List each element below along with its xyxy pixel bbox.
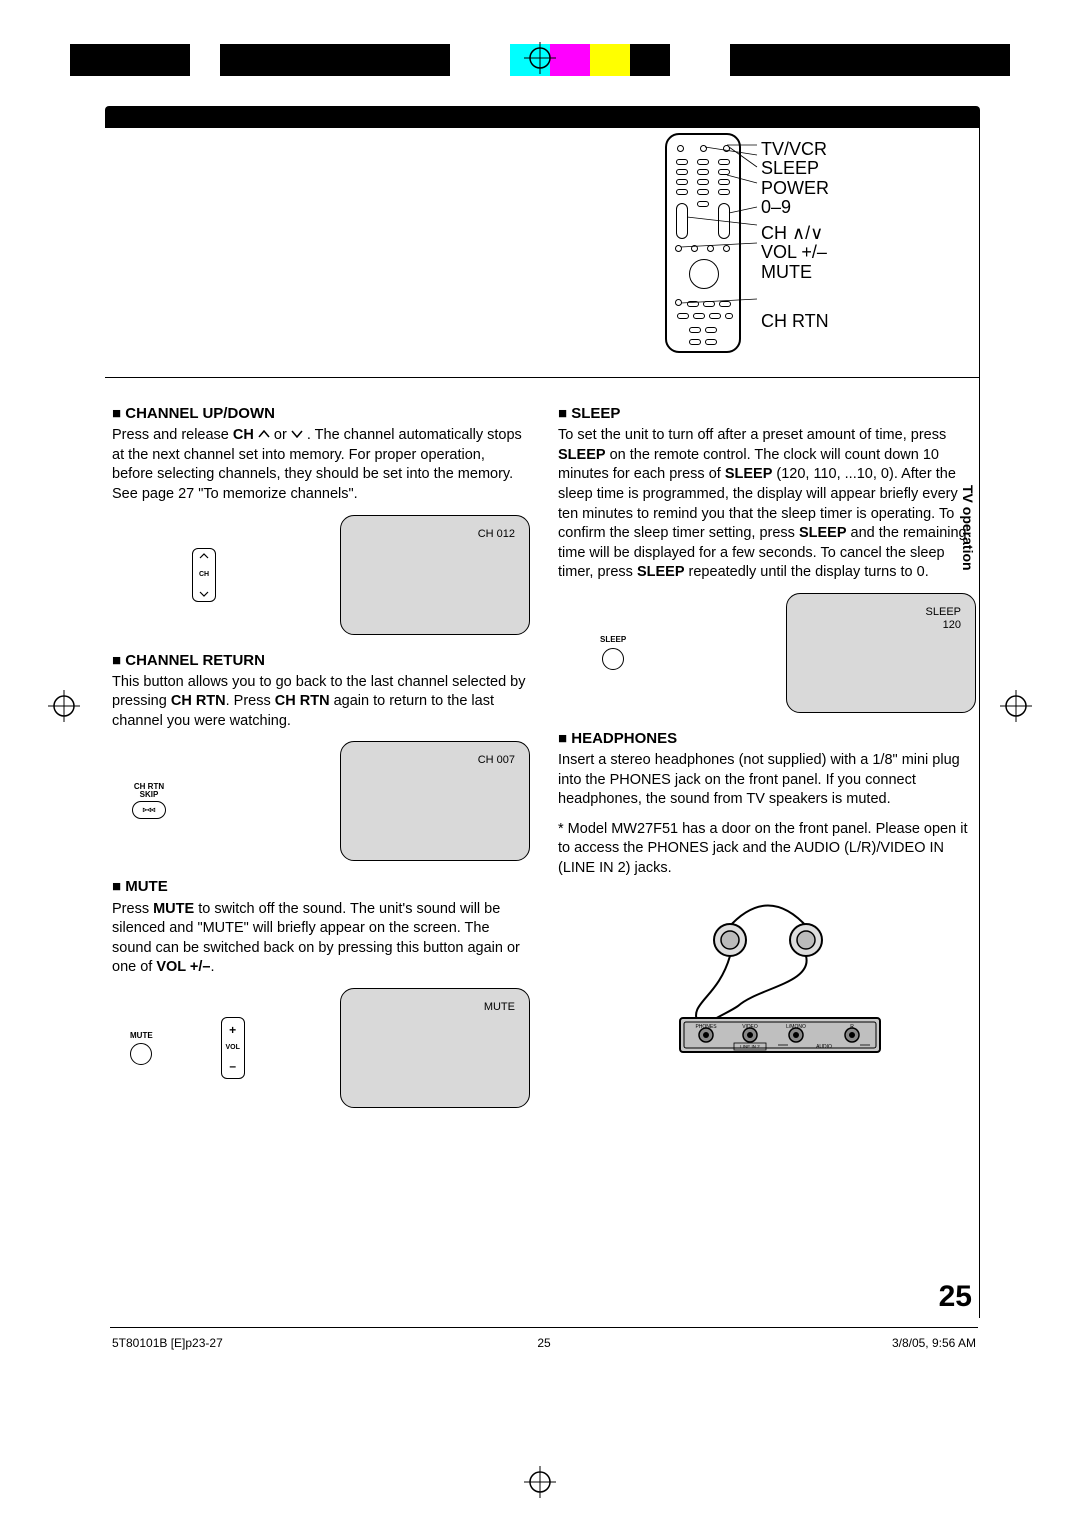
right-rule — [979, 128, 980, 1318]
para-sleep: To set the unit to turn off after a pres… — [558, 426, 976, 583]
fig-channel-updown: CH CH 012 — [112, 515, 530, 635]
svg-text:VIDEO: VIDEO — [742, 1024, 758, 1030]
registration-mark-icon — [524, 1466, 556, 1498]
fig-channel-return: CH RTN SKIP ▹◃◃ CH 007 — [112, 741, 530, 861]
tv-screen-mute: MUTE — [340, 988, 530, 1108]
remote-outline-icon — [665, 133, 741, 353]
remote-label-mute: MUTE — [761, 263, 829, 282]
remote-label-vol: VOL +/– — [761, 243, 829, 262]
remote-label-ch: CH ∧/∨ — [761, 224, 829, 243]
osd-mute: MUTE — [484, 1001, 515, 1014]
fig-mute: MUTE + VOL – MUTE — [112, 988, 530, 1108]
heading-channel-return: CHANNEL RETURN — [112, 651, 530, 671]
vol-rocker-icon: + VOL – — [221, 1017, 245, 1079]
remote-label-numbers: 0–9 — [761, 198, 829, 217]
osd-ch007: CH 007 — [478, 754, 515, 767]
fig-sleep: SLEEP SLEEP120 — [558, 593, 976, 713]
page-body: CHANNEL UP/DOWN Press and release CH or … — [112, 400, 976, 1298]
osd-ch012: CH 012 — [478, 528, 515, 541]
registration-mark-icon — [48, 690, 80, 722]
left-column: CHANNEL UP/DOWN Press and release CH or … — [112, 400, 530, 1298]
tv-screen-ch012: CH 012 — [340, 515, 530, 635]
heading-sleep: SLEEP — [558, 404, 976, 424]
right-column: SLEEP To set the unit to turn off after … — [558, 400, 976, 1298]
mute-button-icon: MUTE — [130, 1031, 153, 1066]
svg-text:R: R — [850, 1024, 854, 1030]
para-channel-updown: Press and release CH or . The channel au… — [112, 426, 530, 504]
heading-channel-updown: CHANNEL UP/DOWN — [112, 404, 530, 424]
svg-text:L/MONO: L/MONO — [786, 1024, 806, 1030]
tv-screen-sleep: SLEEP120 — [786, 593, 976, 713]
ch-rocker-icon: CH — [192, 548, 216, 602]
registration-mark-icon — [524, 42, 556, 74]
ch-rtn-button-icon: CH RTN SKIP ▹◃◃ — [132, 783, 166, 819]
svg-text:LINE IN 2: LINE IN 2 — [740, 1044, 760, 1049]
remote-label-tvvcr: TV/VCR — [761, 140, 829, 159]
remote-label-power: POWER — [761, 179, 829, 198]
heading-mute: MUTE — [112, 877, 530, 897]
remote-label-chrtn: CH RTN — [761, 312, 829, 331]
remote-labels: TV/VCR SLEEP POWER 0–9 CH ∧/∨ VOL +/– MU… — [761, 140, 829, 332]
heading-headphones: HEADPHONES — [558, 729, 976, 749]
svg-text:AUDIO: AUDIO — [816, 1044, 832, 1050]
svg-text:PHONES: PHONES — [695, 1024, 717, 1030]
page-header-band — [105, 106, 980, 128]
footer: 5T80101B [E]p23-27 25 3/8/05, 9:56 AM — [112, 1336, 976, 1350]
sleep-button-icon: SLEEP — [600, 635, 626, 670]
page-number: 25 — [939, 1280, 972, 1314]
remote-diagram-area: TV/VCR SLEEP POWER 0–9 CH ∧/∨ VOL +/– MU… — [105, 128, 980, 378]
footer-page: 25 — [537, 1336, 550, 1350]
footer-rule — [110, 1327, 978, 1328]
para-channel-return: This button allows you to go back to the… — [112, 673, 530, 732]
para-headphones: Insert a stereo headphones (not supplied… — [558, 751, 976, 810]
registration-mark-icon — [1000, 690, 1032, 722]
tv-screen-ch007: CH 007 — [340, 741, 530, 861]
footer-timestamp: 3/8/05, 9:56 AM — [892, 1336, 976, 1350]
osd-sleep: SLEEP120 — [926, 606, 961, 632]
note-headphones: * Model MW27F51 has a door on the front … — [558, 820, 976, 879]
remote-label-sleep: SLEEP — [761, 159, 829, 178]
footer-file: 5T80101B [E]p23-27 — [112, 1336, 223, 1350]
headphones-figure: PHONES VIDEO L/MONO R LINE IN 2 AUDIO — [618, 888, 898, 1058]
para-mute: Press MUTE to switch off the sound. The … — [112, 900, 530, 978]
